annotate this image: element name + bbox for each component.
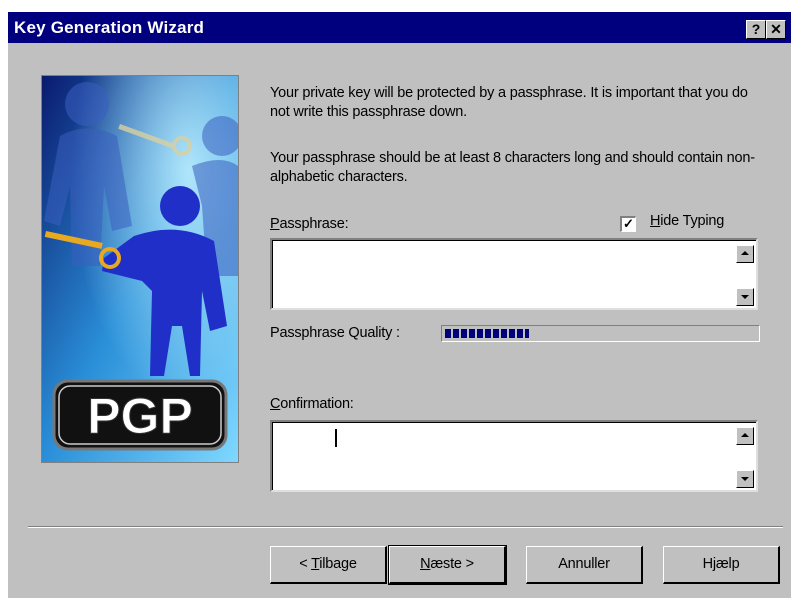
hide-typing-label[interactable]: Hide Typing [650, 213, 724, 229]
cancel-button[interactable]: Annuller [526, 546, 643, 584]
arrow-up-icon [741, 251, 749, 255]
passphrase-input-area[interactable] [272, 240, 756, 308]
intro-text: Your private key will be protected by a … [270, 85, 748, 120]
button-separator [28, 526, 783, 528]
wizard-window: Key Generation Wizard ? ✕ PGP Your priva… [8, 12, 791, 598]
check-icon: ✓ [623, 216, 634, 231]
arrow-down-icon [741, 477, 749, 481]
hide-typing-checkbox[interactable]: ✓ [620, 216, 636, 232]
question-icon: ? [751, 21, 761, 37]
confirmation-scroll-up-button[interactable] [736, 427, 754, 445]
advice-text: Your passphrase should be at least 8 cha… [270, 150, 755, 185]
arrow-down-icon [741, 295, 749, 299]
pgp-logo-text: PGP [87, 388, 193, 444]
pgp-art-icon: PGP [42, 76, 238, 462]
title-bar: Key Generation Wizard ? ✕ [8, 12, 791, 43]
passphrase-scroll-up-button[interactable] [736, 245, 754, 263]
quality-label: Passphrase Quality : [270, 325, 400, 341]
text-cursor [335, 429, 337, 447]
help-title-button[interactable]: ? [746, 20, 766, 39]
passphrase-label: Passphrase: [270, 216, 349, 232]
confirmation-input-area[interactable] [272, 422, 756, 490]
arrow-up-icon [741, 433, 749, 437]
close-icon: ✕ [770, 21, 782, 37]
window-title: Key Generation Wizard [14, 18, 205, 37]
help-button[interactable]: Hjælp [663, 546, 780, 584]
confirmation-field[interactable] [270, 420, 758, 492]
pgp-illustration: PGP [41, 75, 239, 463]
passphrase-scroll-down-button[interactable] [736, 288, 754, 306]
close-title-button[interactable]: ✕ [766, 20, 786, 39]
next-button[interactable]: Næste > [388, 545, 507, 585]
passphrase-field[interactable] [270, 238, 758, 310]
back-button[interactable]: < Tilbage [270, 546, 387, 584]
quality-bar-fill [445, 329, 529, 338]
passphrase-quality-bar [441, 325, 760, 342]
confirmation-label: Confirmation: [270, 396, 354, 412]
confirmation-scroll-down-button[interactable] [736, 470, 754, 488]
